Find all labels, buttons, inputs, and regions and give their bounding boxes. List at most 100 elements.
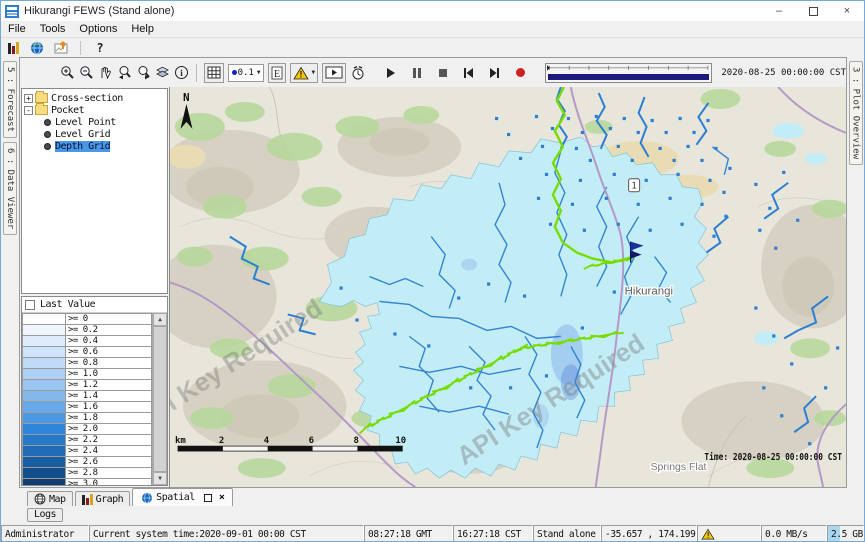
expand-icon[interactable]: +: [24, 94, 33, 103]
tree-item-level-grid[interactable]: Level Grid: [24, 128, 165, 140]
chevron-down-icon: ▼: [257, 69, 261, 76]
scroll-down-icon[interactable]: ▼: [153, 472, 167, 485]
legend-row-label: >= 1.6: [66, 402, 152, 413]
bar-chart-icon: [82, 493, 93, 505]
legend-swatch: [22, 369, 66, 380]
status-warning[interactable]: !: [697, 525, 761, 542]
grid-toggle-button[interactable]: [204, 63, 224, 83]
menu-tools[interactable]: Tools: [33, 23, 73, 35]
menu-file[interactable]: File: [1, 23, 33, 35]
title-bar: Hikurangi FEWS (Stand alone) – ×: [1, 1, 864, 21]
left-tab-strip: 5 : Forecast 6 : Data Viewer: [1, 57, 19, 488]
tree-item-label: Cross-section: [51, 93, 123, 104]
interval-value: 0.1: [238, 68, 254, 78]
tab-plot-overview[interactable]: 3 : Plot Overview: [849, 61, 863, 165]
legend-row[interactable]: >= 0.8: [22, 358, 152, 369]
legend-row[interactable]: >= 2.2: [22, 435, 152, 446]
tree-item-level-point[interactable]: Level Point: [24, 116, 165, 128]
toolbar-separator: [80, 41, 81, 55]
tab-graph[interactable]: Graph: [75, 491, 131, 506]
menu-help[interactable]: Help: [124, 23, 161, 35]
scroll-up-icon[interactable]: ▲: [153, 313, 167, 326]
collapse-icon[interactable]: -: [24, 106, 33, 115]
legend-row[interactable]: >= 1.6: [22, 402, 152, 413]
last-value-checkbox[interactable]: [25, 300, 35, 310]
zoom-next-icon[interactable]: [136, 64, 151, 81]
status-coordinates: -35.657 , 174.199: [601, 525, 697, 542]
pan-hand-icon[interactable]: [98, 64, 113, 81]
tab-logs[interactable]: Logs: [27, 508, 63, 522]
globe-map-icon[interactable]: [29, 40, 45, 56]
road-shield: 1: [629, 179, 640, 192]
tree-item-depth-grid[interactable]: Depth Grid: [24, 140, 165, 152]
maximize-button[interactable]: [796, 1, 830, 21]
tab-maximize-icon[interactable]: [204, 494, 212, 502]
playback-controls: [382, 64, 529, 81]
legend-row[interactable]: >= 1.0: [22, 369, 152, 380]
legend-row[interactable]: >= 2.4: [22, 446, 152, 457]
data-display-icon[interactable]: [5, 40, 21, 56]
tree-item-label: Level Point: [55, 117, 116, 128]
minimize-button[interactable]: –: [762, 1, 796, 21]
legend-row[interactable]: >= 1.4: [22, 391, 152, 402]
spatial-display-icon[interactable]: [53, 40, 69, 56]
bottom-tab-bar: Map Graph Spatial ×: [1, 488, 864, 506]
folder-icon: [35, 93, 48, 103]
animation-timer-icon[interactable]: [350, 64, 366, 81]
svg-text:10: 10: [395, 436, 406, 446]
info-icon[interactable]: i: [174, 64, 189, 81]
legend-scrollbar[interactable]: ▲ ▼: [152, 313, 167, 485]
legend-row[interactable]: >= 2.0: [22, 424, 152, 435]
stop-button[interactable]: [434, 64, 451, 81]
labels-toggle-button[interactable]: E: [268, 63, 286, 83]
help-button[interactable]: ?: [92, 40, 108, 56]
legend-row-label: >= 2.0: [66, 424, 152, 435]
layers-icon[interactable]: [155, 64, 170, 81]
legend-row[interactable]: >= 2.8: [22, 468, 152, 479]
legend-row-label: >= 2.8: [66, 468, 152, 479]
legend-row[interactable]: >= 1.2: [22, 380, 152, 391]
window-title: Hikurangi FEWS (Stand alone): [24, 5, 174, 17]
legend-row-label: >= 1.0: [66, 369, 152, 380]
zoom-out-icon[interactable]: [79, 64, 94, 81]
map-viewport[interactable]: 1 Hikurangi Springs Flat API Key Require…: [169, 87, 846, 487]
zoom-in-icon[interactable]: [60, 64, 75, 81]
status-local-time: 16:27:18 CST: [453, 525, 533, 542]
menu-bar: File Tools Options Help: [1, 21, 864, 38]
tree-item-pocket[interactable]: - Pocket: [24, 104, 165, 116]
legend-row[interactable]: >= 1.8: [22, 413, 152, 424]
menu-options[interactable]: Options: [72, 23, 124, 35]
tab-forecast[interactable]: 5 : Forecast: [3, 61, 17, 138]
skip-to-end-button[interactable]: [486, 64, 503, 81]
status-bar: Administrator Current system time:2020-0…: [1, 525, 864, 542]
scrollbar-thumb[interactable]: [153, 326, 167, 472]
interval-dot-icon: [232, 70, 237, 75]
tree-item-cross-section[interactable]: + Cross-section: [24, 92, 165, 104]
time-slider-bar: [548, 74, 709, 80]
legend-row[interactable]: >= 0.4: [22, 336, 152, 347]
close-button[interactable]: ×: [830, 1, 864, 21]
tab-data-viewer[interactable]: 6 : Data Viewer: [3, 142, 17, 235]
class-interval-dropdown[interactable]: 0.1 ▼: [228, 64, 265, 82]
legend-row-label: >= 0.8: [66, 358, 152, 369]
animation-panel-button[interactable]: [322, 63, 346, 83]
legend-row-label: >= 0.2: [66, 325, 152, 336]
legend-row[interactable]: >= 0.2: [22, 325, 152, 336]
zoom-previous-icon[interactable]: [117, 64, 132, 81]
tab-spatial[interactable]: Spatial ×: [132, 488, 233, 506]
tab-map[interactable]: Map: [27, 491, 73, 506]
legend-swatch: [22, 424, 66, 435]
record-button[interactable]: [512, 64, 529, 81]
svg-text:4: 4: [264, 436, 269, 446]
legend-row[interactable]: >= 0.6: [22, 347, 152, 358]
legend-body: >= 0>= 0.2>= 0.4>= 0.6>= 0.8>= 1.0>= 1.2…: [22, 313, 167, 485]
legend-row[interactable]: >= 3.0: [22, 479, 152, 485]
legend-row[interactable]: >= 0: [22, 314, 152, 325]
time-slider[interactable]: [545, 63, 712, 83]
skip-to-start-button[interactable]: [460, 64, 477, 81]
pause-button[interactable]: [408, 64, 425, 81]
warnings-dropdown-button[interactable]: ! ▼: [290, 63, 318, 83]
tab-close-icon[interactable]: ×: [219, 492, 225, 503]
legend-row[interactable]: >= 2.6: [22, 457, 152, 468]
play-button[interactable]: [382, 64, 399, 81]
